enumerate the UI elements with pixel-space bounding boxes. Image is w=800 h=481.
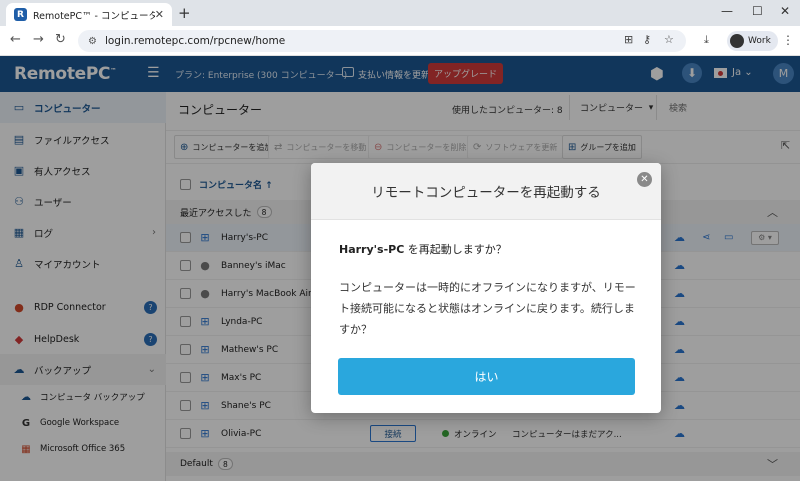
back-icon[interactable]: ←: [10, 32, 21, 47]
maximize-icon[interactable]: ☐: [752, 4, 763, 18]
remotepc-favicon: R: [14, 8, 27, 21]
url-text: login.remotepc.com/rpcnew/home: [104, 35, 286, 47]
dialog-title: リモートコンピューターを再起動する: [371, 185, 601, 201]
address-bar: ← → ↻ ⚙ login.remotepc.com/rpcnew/home ⊞…: [0, 26, 800, 56]
dialog-message: コンピューターは一時的にオフラインになりますが、リモート接続可能になると状態はオ…: [339, 281, 636, 336]
close-tab-icon[interactable]: ✕: [155, 8, 164, 21]
new-tab-icon[interactable]: +: [178, 4, 191, 22]
translate-icon[interactable]: ⊞: [624, 33, 633, 46]
browser-tab[interactable]: R RemotePC™ - コンピューター ✕: [6, 3, 172, 26]
profile-avatar-icon: [730, 34, 744, 48]
confirm-yes-button[interactable]: はい: [338, 358, 635, 395]
url-field[interactable]: ⚙ login.remotepc.com/rpcnew/home: [78, 30, 686, 52]
tab-title: RemotePC™ - コンピューター: [33, 10, 155, 22]
bookmark-star-icon[interactable]: ☆: [664, 33, 674, 46]
site-info-icon[interactable]: ⚙: [88, 36, 97, 47]
downloads-icon[interactable]: ⤓: [704, 33, 709, 47]
dialog-question: Harry's-PC を再起動しますか？: [339, 243, 507, 256]
minimize-icon[interactable]: —: [721, 4, 733, 18]
computer-name-bold: Harry's-PC: [339, 243, 405, 256]
dialog-header: リモートコンピューターを再起動する: [311, 163, 661, 220]
profile-button[interactable]: Work: [727, 31, 778, 51]
password-key-icon[interactable]: ⚷: [643, 33, 651, 46]
reload-icon[interactable]: ↻: [55, 32, 66, 47]
restart-dialog: リモートコンピューターを再起動する ✕ Harry's-PC を再起動しますか？…: [311, 163, 661, 413]
close-icon[interactable]: ✕: [637, 172, 652, 187]
close-window-icon[interactable]: ✕: [780, 4, 790, 18]
forward-icon[interactable]: →: [33, 32, 44, 47]
profile-label: Work: [748, 36, 771, 46]
browser-menu-icon[interactable]: ⋮: [782, 33, 794, 47]
browser-tab-bar: R RemotePC™ - コンピューター ✕ + — ☐ ✕: [0, 0, 800, 26]
